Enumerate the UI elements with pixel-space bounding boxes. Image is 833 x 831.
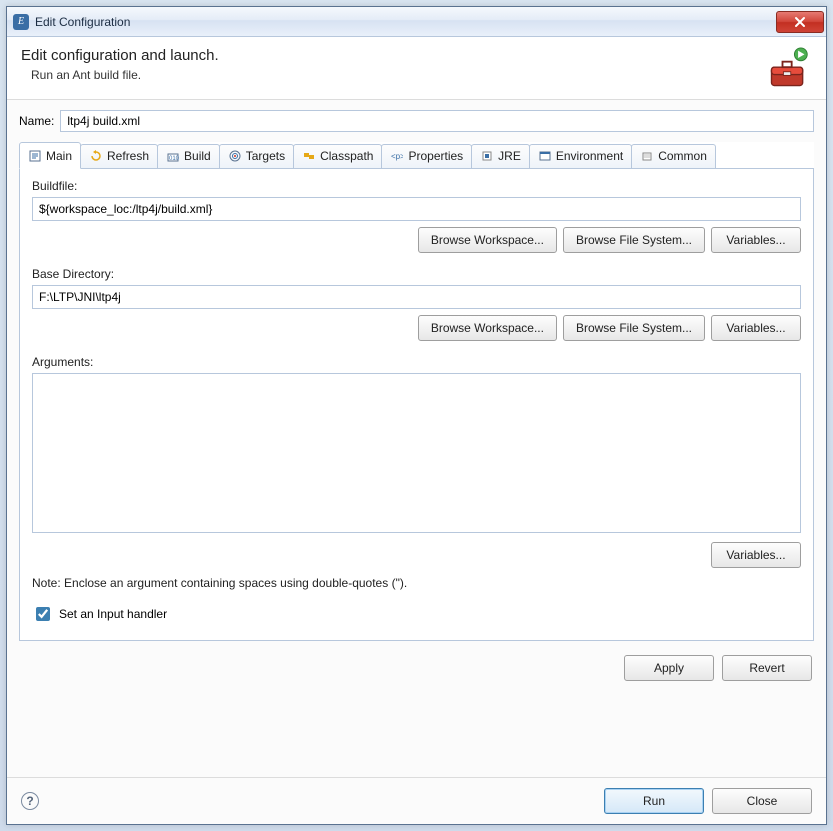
tab-label: Properties	[408, 149, 463, 163]
name-input[interactable]	[60, 110, 814, 132]
name-row: Name:	[19, 110, 814, 132]
tab-label: Environment	[556, 149, 623, 163]
tab-jre[interactable]: JRE	[471, 144, 530, 168]
header-title: Edit configuration and launch.	[21, 47, 764, 64]
arguments-note: Note: Enclose an argument containing spa…	[32, 576, 801, 590]
input-handler-row: Set an Input handler	[32, 604, 801, 624]
refresh-icon	[89, 149, 103, 163]
footer: ? Run Close	[7, 777, 826, 824]
environment-icon	[538, 149, 552, 163]
name-label: Name:	[19, 114, 54, 128]
tab-label: Targets	[246, 149, 285, 163]
svg-text:<p>: <p>	[391, 152, 403, 161]
header-subtitle: Run an Ant build file.	[31, 68, 764, 82]
content-area: Name: Main Refresh 010 Build Targets	[7, 100, 826, 777]
tab-targets[interactable]: Targets	[219, 144, 294, 168]
arguments-buttons: Variables...	[32, 542, 801, 568]
common-icon	[640, 149, 654, 163]
footer-buttons: Run Close	[604, 788, 812, 814]
header: Edit configuration and launch. Run an An…	[7, 37, 826, 100]
svg-text:010: 010	[169, 156, 179, 162]
close-icon	[794, 16, 806, 28]
properties-icon: <p>	[390, 149, 404, 163]
tab-main[interactable]: Main	[19, 142, 81, 169]
basedir-variables-button[interactable]: Variables...	[711, 315, 801, 341]
input-handler-label: Set an Input handler	[59, 607, 167, 621]
buildfile-label: Buildfile:	[32, 179, 801, 193]
tab-environment[interactable]: Environment	[529, 144, 632, 168]
basedir-browse-filesystem-button[interactable]: Browse File System...	[563, 315, 705, 341]
tab-label: Common	[658, 149, 707, 163]
tab-refresh[interactable]: Refresh	[80, 144, 158, 168]
help-button[interactable]: ?	[21, 792, 39, 810]
classpath-icon	[302, 149, 316, 163]
titlebar: E Edit Configuration	[7, 7, 826, 37]
apply-revert-row: Apply Revert	[19, 655, 814, 681]
toolbox-run-icon	[766, 47, 810, 91]
basedir-buttons: Browse Workspace... Browse File System..…	[32, 315, 801, 341]
buildfile-browse-workspace-button[interactable]: Browse Workspace...	[418, 227, 557, 253]
window-title: Edit Configuration	[35, 15, 776, 29]
tab-label: JRE	[498, 149, 521, 163]
buildfile-buttons: Browse Workspace... Browse File System..…	[32, 227, 801, 253]
window-close-button[interactable]	[776, 11, 824, 33]
jre-icon	[480, 149, 494, 163]
targets-icon	[228, 149, 242, 163]
buildfile-variables-button[interactable]: Variables...	[711, 227, 801, 253]
arguments-group: Arguments: Variables... Note: Enclose an…	[32, 355, 801, 590]
build-icon: 010	[166, 149, 180, 163]
tab-properties[interactable]: <p> Properties	[381, 144, 472, 168]
basedir-browse-workspace-button[interactable]: Browse Workspace...	[418, 315, 557, 341]
tab-classpath[interactable]: Classpath	[293, 144, 382, 168]
close-button[interactable]: Close	[712, 788, 812, 814]
tab-common[interactable]: Common	[631, 144, 716, 168]
arguments-label: Arguments:	[32, 355, 801, 369]
app-icon: E	[13, 14, 29, 30]
apply-button[interactable]: Apply	[624, 655, 714, 681]
main-tab-icon	[28, 149, 42, 163]
dialog-window: E Edit Configuration Edit configuration …	[6, 6, 827, 825]
basedir-label: Base Directory:	[32, 267, 801, 281]
tab-label: Refresh	[107, 149, 149, 163]
tab-build[interactable]: 010 Build	[157, 144, 220, 168]
header-icon	[764, 47, 812, 91]
buildfile-browse-filesystem-button[interactable]: Browse File System...	[563, 227, 705, 253]
header-text: Edit configuration and launch. Run an An…	[21, 47, 764, 91]
buildfile-input[interactable]	[32, 197, 801, 221]
basedir-input[interactable]	[32, 285, 801, 309]
buildfile-group: Buildfile: Browse Workspace... Browse Fi…	[32, 179, 801, 253]
tab-bar: Main Refresh 010 Build Targets Classpath…	[19, 142, 814, 169]
tab-label: Classpath	[320, 149, 373, 163]
arguments-variables-button[interactable]: Variables...	[711, 542, 801, 568]
tab-label: Build	[184, 149, 211, 163]
arguments-textarea[interactable]	[32, 373, 801, 533]
tab-label: Main	[46, 149, 72, 163]
main-panel: Buildfile: Browse Workspace... Browse Fi…	[19, 169, 814, 641]
run-button[interactable]: Run	[604, 788, 704, 814]
basedir-group: Base Directory: Browse Workspace... Brow…	[32, 267, 801, 341]
input-handler-checkbox[interactable]	[36, 607, 50, 621]
revert-button[interactable]: Revert	[722, 655, 812, 681]
